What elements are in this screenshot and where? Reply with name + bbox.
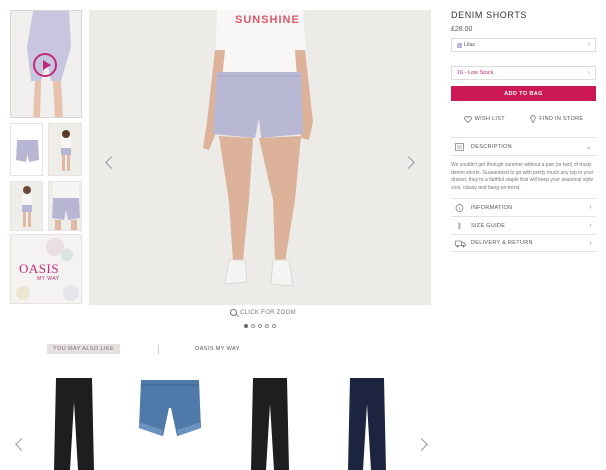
accordion-information[interactable]: INFORMATION › xyxy=(451,198,596,216)
accordion-size-guide-label: SIZE GUIDE xyxy=(471,222,506,229)
black-jeans-image xyxy=(54,378,94,470)
promo-logo: OASIS xyxy=(19,261,60,276)
zoom-label: CLICK FOR ZOOM xyxy=(240,309,296,316)
heart-icon xyxy=(463,115,472,123)
colour-swatch xyxy=(457,42,462,48)
colour-select[interactable]: Lilac › xyxy=(451,38,596,52)
click-for-zoom[interactable]: CLICK FOR ZOOM xyxy=(230,309,296,316)
thumbnail-shorts-flat xyxy=(11,124,42,175)
carousel-previous-arrow-icon[interactable] xyxy=(15,438,28,451)
tab-you-may-also-like[interactable]: YOU MAY ALSO LIKE xyxy=(47,344,121,354)
tab-divider xyxy=(158,344,160,354)
thumbnail-model-back xyxy=(11,182,42,230)
chevron-right-icon: › xyxy=(589,239,592,247)
thumbnail-model-full xyxy=(49,124,81,175)
pagination-dot[interactable] xyxy=(244,324,248,328)
play-icon[interactable] xyxy=(33,53,57,77)
select-arrow-icon: › xyxy=(588,70,590,76)
thumbnail-3[interactable] xyxy=(48,123,82,176)
magnifier-icon xyxy=(230,309,237,316)
size-value: 16 - Low Stock xyxy=(457,70,494,76)
carousel-next-arrow-icon[interactable] xyxy=(415,438,428,451)
pagination-dot[interactable] xyxy=(251,324,255,328)
thumbnail-shorts-closeup xyxy=(49,182,81,230)
recommended-product-denim-shorts[interactable] xyxy=(137,378,203,445)
accordion-delivery-label: DELIVERY & RETURN xyxy=(471,240,533,246)
recommended-product-navy-jeans[interactable] xyxy=(345,378,389,470)
colour-value: Lilac xyxy=(464,42,476,48)
find-in-store-link[interactable]: FIND IN STORE xyxy=(530,115,583,123)
tab-oasis-my-way[interactable]: OASIS MY WAY xyxy=(195,346,240,352)
size-guide-icon xyxy=(458,222,461,230)
find-in-store-label: FIND IN STORE xyxy=(539,116,584,122)
recommended-product-black-skinny[interactable] xyxy=(248,378,292,470)
promo-tagline: MY WAY xyxy=(37,276,60,282)
blue-denim-shorts-image xyxy=(139,380,201,436)
image-pagination-dots xyxy=(244,324,276,328)
chevron-right-icon: › xyxy=(589,204,592,211)
product-title: DENIM SHORTS xyxy=(451,10,528,20)
accordion-information-label: INFORMATION xyxy=(471,204,513,211)
recommended-product-black-jeans[interactable] xyxy=(51,378,97,470)
thumbnail-4[interactable] xyxy=(10,181,43,231)
black-skinny-jeans-image xyxy=(251,378,289,470)
recommendation-tabs: YOU MAY ALSO LIKE OASIS MY WAY xyxy=(47,344,240,354)
description-icon xyxy=(455,143,464,151)
chevron-right-icon: › xyxy=(589,222,592,229)
pagination-dot[interactable] xyxy=(265,324,269,328)
oasis-my-way-promo[interactable]: OASIS MY WAY xyxy=(10,234,82,304)
chevron-down-icon: ⌄ xyxy=(585,143,592,151)
wishlist-link[interactable]: WISH LIST xyxy=(463,115,505,123)
model-image xyxy=(89,10,431,305)
pagination-dot[interactable] xyxy=(258,324,262,328)
thumbnail-video[interactable] xyxy=(10,10,82,118)
accordion-description[interactable]: DESCRIPTION ⌄ xyxy=(451,137,596,155)
accordion-description-label: DESCRIPTION xyxy=(471,143,512,150)
thumbnail-2[interactable] xyxy=(10,123,43,176)
add-to-bag-button[interactable]: ADD TO BAG xyxy=(451,86,596,101)
info-icon xyxy=(455,204,464,212)
location-pin-icon xyxy=(530,115,536,123)
product-info-panel: DENIM SHORTS £28.00 Lilac › 16 - Low Sto… xyxy=(451,10,596,252)
navy-jeans-image xyxy=(348,378,386,470)
description-text: We couldn't get through summer without a… xyxy=(451,155,596,198)
pagination-dot[interactable] xyxy=(272,324,276,328)
delivery-truck-icon xyxy=(455,240,466,248)
select-arrow-icon: › xyxy=(588,42,590,48)
accordion-size-guide[interactable]: SIZE GUIDE › xyxy=(451,216,596,234)
wishlist-label: WISH LIST xyxy=(474,116,505,122)
product-price: £28.00 xyxy=(451,26,473,33)
size-select[interactable]: 16 - Low Stock › xyxy=(451,66,596,80)
tshirt-print: SUNSHINE xyxy=(235,14,300,26)
product-actions: WISH LIST FIND IN STORE xyxy=(451,115,596,123)
thumbnail-5[interactable] xyxy=(48,181,82,231)
product-main-image[interactable]: SUNSHINE xyxy=(89,10,431,305)
accordion-delivery[interactable]: DELIVERY & RETURN › xyxy=(451,234,596,252)
